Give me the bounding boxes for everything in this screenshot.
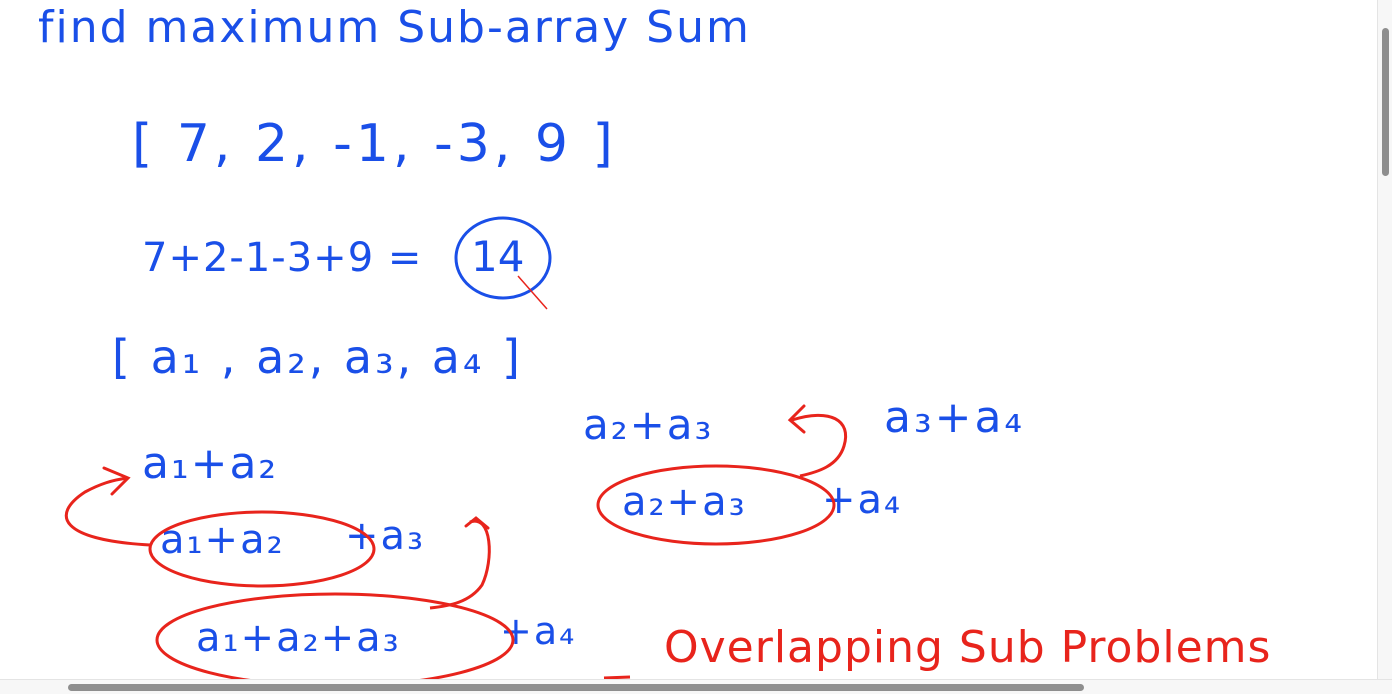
symbolic-array-text: [ a₁ , a₂, a₃, a₄ ] bbox=[112, 330, 524, 384]
horizontal-scrollbar[interactable] bbox=[0, 679, 1392, 694]
vertical-scrollbar-thumb[interactable] bbox=[1382, 28, 1389, 176]
title-text: find maximum Sub-array Sum bbox=[38, 2, 751, 53]
right-chain-top: a₂+a₃ bbox=[583, 400, 714, 449]
right-chain-top-right: a₃+a₄ bbox=[884, 392, 1026, 443]
left-chain-term1: a₁+a₂ bbox=[142, 438, 279, 489]
note-dash bbox=[603, 675, 631, 680]
left-loop-arrowhead-1 bbox=[102, 466, 131, 496]
sum-expression-text: 7+2-1-3+9 = bbox=[142, 235, 423, 281]
left-chain-term2-tail: +a₃ bbox=[345, 513, 426, 559]
left-loop-arrowhead-2 bbox=[464, 516, 490, 530]
left-chain-term3-tail: +a₄ bbox=[500, 609, 577, 653]
vertical-scrollbar[interactable] bbox=[1377, 0, 1392, 680]
array-text: [ 7, 2, -1, -3, 9 ] bbox=[132, 114, 617, 174]
horizontal-scrollbar-thumb[interactable] bbox=[68, 684, 1084, 691]
result-text: 14 bbox=[471, 232, 525, 281]
right-loop-arrowhead bbox=[787, 404, 806, 434]
left-loop-arrow-2 bbox=[429, 519, 491, 610]
whiteboard-canvas[interactable]: find maximum Sub-array Sum [ 7, 2, -1, -… bbox=[0, 0, 1392, 694]
left-chain-term3: a₁+a₂+a₃ bbox=[196, 615, 401, 661]
left-chain-term2: a₁+a₂ bbox=[160, 517, 285, 563]
right-chain-bottom-tail: +a₄ bbox=[822, 477, 903, 523]
right-chain-bottom: a₂+a₃ bbox=[622, 479, 747, 525]
right-loop-arrow bbox=[791, 413, 848, 478]
left-loop-arrow-1 bbox=[64, 476, 151, 547]
overlapping-note: Overlapping Sub Problems bbox=[664, 622, 1272, 673]
